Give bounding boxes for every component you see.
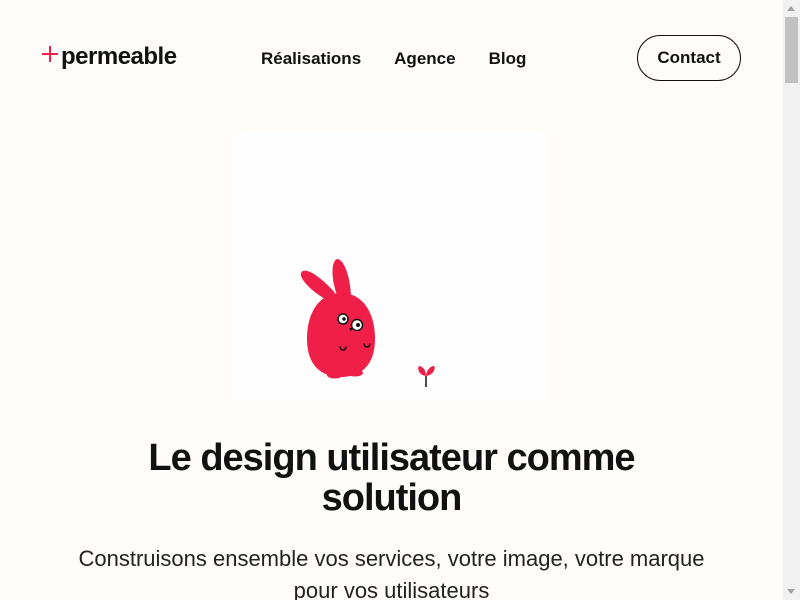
subtitle-line-1: Construisons ensemble vos services, votr… — [78, 546, 705, 571]
scroll-down-icon[interactable] — [783, 583, 800, 600]
hero-subtitle: Construisons ensemble vos services, votr… — [40, 543, 743, 600]
plus-icon — [42, 46, 58, 62]
title-line-1: Le design utilisateur comme — [148, 437, 635, 479]
page-title: Le design utilisateur comme solution — [0, 438, 783, 518]
subtitle-line-2: pour vos utilisateurs — [293, 578, 490, 600]
title-line-2: solution — [321, 477, 463, 519]
logo-text: permeable — [61, 43, 177, 70]
nav-item-realisations[interactable]: Réalisations — [261, 47, 361, 71]
rabbit-illustration-icon — [300, 259, 435, 387]
hero-illustration — [233, 133, 547, 401]
main-nav: Réalisations Agence Blog — [261, 47, 559, 71]
nav-item-agence[interactable]: Agence — [394, 47, 455, 71]
vertical-scrollbar[interactable] — [783, 0, 800, 600]
nav-item-blog[interactable]: Blog — [489, 47, 527, 71]
scroll-up-icon[interactable] — [783, 0, 800, 17]
scrollbar-thumb[interactable] — [785, 17, 798, 83]
logo-link[interactable]: permeable — [42, 42, 177, 72]
contact-button[interactable]: Contact — [637, 35, 741, 81]
site-header: permeable Réalisations Agence Blog Conta… — [0, 0, 783, 118]
page: permeable Réalisations Agence Blog Conta… — [0, 0, 783, 600]
